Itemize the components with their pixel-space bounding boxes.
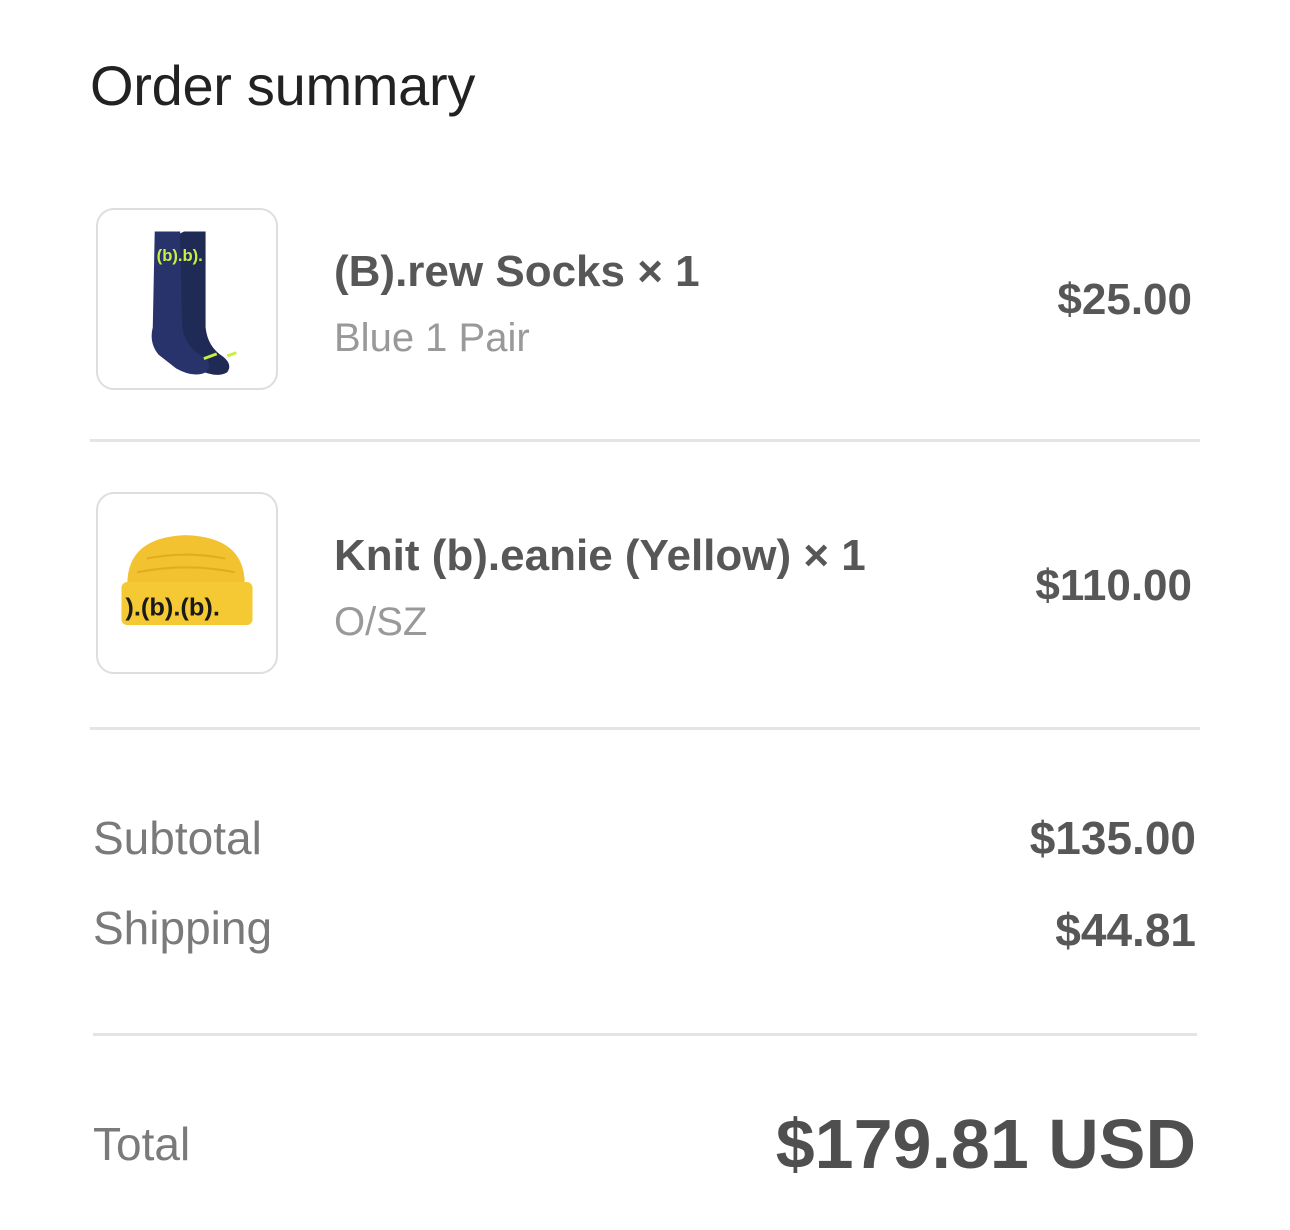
item-price: $25.00 xyxy=(1057,275,1192,324)
subtotal-value: $135.00 xyxy=(1029,812,1196,864)
divider xyxy=(90,727,1200,730)
line-item-beanie: ).(b).(b). Knit (b).eanie (Yellow) × 1 O… xyxy=(90,492,1200,678)
line-item-socks: (b).b). (B).rew Socks × 1 Blue 1 Pair $2… xyxy=(90,208,1200,394)
sock-logo: (b).b). xyxy=(157,246,203,265)
total-label: Total xyxy=(93,1118,191,1170)
socks-thumbnail-icon: (b).b). xyxy=(96,208,278,390)
item-name: (B).rew Socks × 1 xyxy=(334,247,700,296)
shipping-label: Shipping xyxy=(93,902,273,954)
beanie-logo: ).(b).(b). xyxy=(125,593,220,621)
shipping-value: $44.81 xyxy=(1055,904,1196,956)
page-title: Order summary xyxy=(90,54,476,117)
divider xyxy=(90,439,1200,442)
item-variant: O/SZ xyxy=(334,600,428,644)
total-value: $179.81 USD xyxy=(775,1105,1196,1183)
item-name: Knit (b).eanie (Yellow) × 1 xyxy=(334,531,866,580)
divider xyxy=(93,1033,1197,1036)
subtotal-label: Subtotal xyxy=(93,812,262,864)
item-variant: Blue 1 Pair xyxy=(334,316,530,360)
item-price: $110.00 xyxy=(1035,561,1192,610)
beanie-thumbnail-icon: ).(b).(b). xyxy=(96,492,278,674)
